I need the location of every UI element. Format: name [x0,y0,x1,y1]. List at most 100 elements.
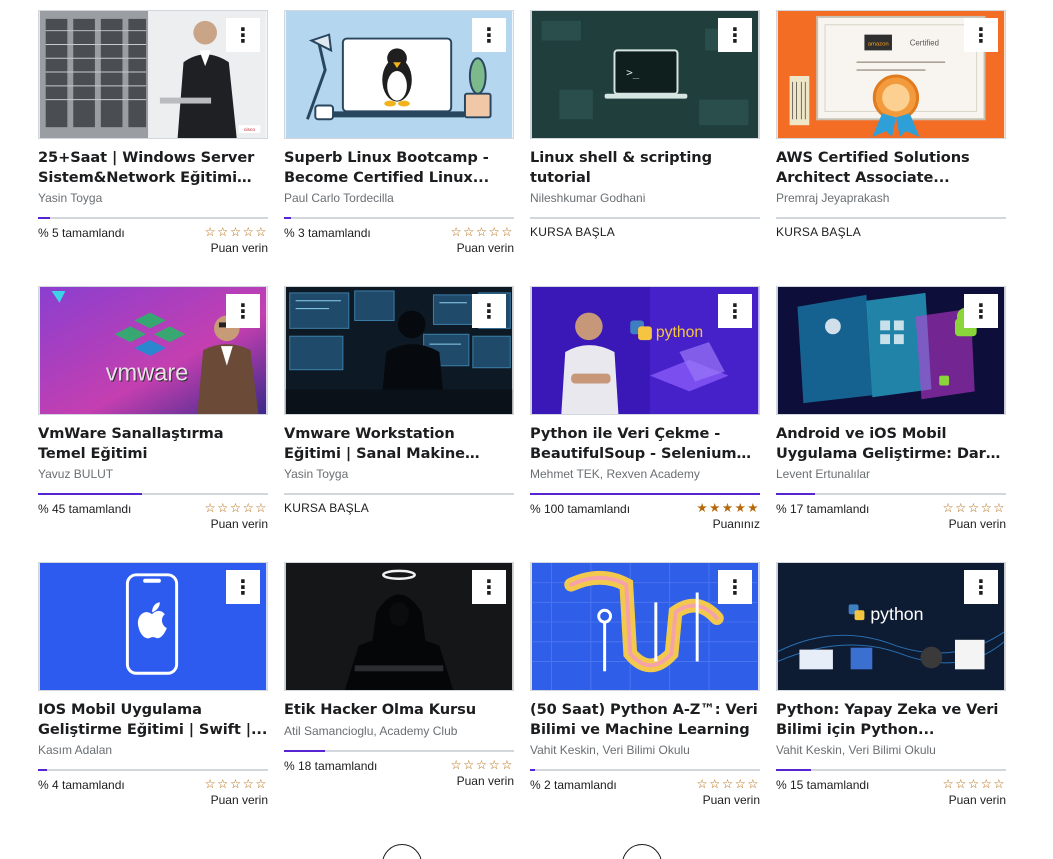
progress-fill [530,493,760,495]
rating-control[interactable]: ☆☆☆☆☆ Puan verin [696,777,760,807]
course-card[interactable]: ⋮ (50 Saat) Python A-Z™: Veri Bilimi ve … [530,562,760,838]
course-menu-button[interactable]: ⋮ [964,18,998,52]
next-page-button[interactable] [622,844,662,859]
course-thumbnail[interactable]: ⋮ [530,562,760,691]
rate-label[interactable]: Puan verin [450,241,514,255]
course-thumbnail[interactable]: ⋮ [284,10,514,139]
course-title[interactable]: AWS Certified Solutions Architect Associ… [776,148,1006,187]
rate-label[interactable]: Puan verin [942,793,1006,807]
course-menu-button[interactable]: ⋮ [964,570,998,604]
rating-control[interactable]: ☆☆☆☆☆ Puan verin [204,501,268,531]
progress-text: % 4 tamamlandı [38,778,125,792]
course-title[interactable]: VmWare Sanallaştırma Temel Eğitimi [38,424,268,463]
star-rating-icon[interactable]: ☆☆☆☆☆ [450,225,514,238]
rating-control[interactable]: ☆☆☆☆☆ Puan verin [942,777,1006,807]
star-rating-icon[interactable]: ☆☆☆☆☆ [450,758,514,771]
course-thumbnail[interactable]: cisco ⋮ [38,10,268,139]
course-instructor: Vahit Keskin, Veri Bilimi Okulu [530,743,690,757]
course-title[interactable]: Linux shell & scripting tutorial [530,148,760,187]
course-menu-button[interactable]: ⋮ [472,18,506,52]
rating-control[interactable]: ☆☆☆☆☆ Puan verin [450,225,514,255]
course-title[interactable]: Android ve iOS Mobil Uygulama Geliştirme… [776,424,1006,463]
star-rating-icon[interactable]: ★★★★★ [696,501,760,514]
course-title[interactable]: IOS Mobil Uygulama Geliştirme Eğitimi | … [38,700,268,739]
progress-fill [284,749,326,752]
progress-bar [38,769,268,771]
course-thumbnail[interactable]: ⋮ [38,562,268,691]
course-card[interactable]: ⋮ Android ve iOS Mobil Uygulama Geliştir… [776,286,1006,562]
progress-fill [530,769,535,771]
more-vertical-icon: ⋮ [233,575,253,599]
course-title[interactable]: (50 Saat) Python A-Z™: Veri Bilimi ve Ma… [530,700,760,739]
star-rating-icon[interactable]: ☆☆☆☆☆ [204,225,268,238]
progress-bar [776,493,1006,495]
star-rating-icon[interactable]: ☆☆☆☆☆ [942,777,1006,790]
course-menu-button[interactable]: ⋮ [226,18,260,52]
course-card[interactable]: ⋮ IOS Mobil Uygulama Geliştirme Eğitimi … [38,562,268,838]
rate-label[interactable]: Puan verin [942,517,1006,531]
course-card[interactable]: ⋮ Etik Hacker Olma Kursu Atil Samanciogl… [284,562,514,838]
course-grid: cisco ⋮ 25+Saat | Windows Server Sistem&… [38,10,1006,838]
rate-label[interactable]: Puan verin [204,793,268,807]
course-card[interactable]: python ⋮ Python: Yapay Zeka ve Veri Bili… [776,562,1006,838]
star-rating-icon[interactable]: ☆☆☆☆☆ [204,777,268,790]
course-title[interactable]: Python: Yapay Zeka ve Veri Bilimi için P… [776,700,1006,739]
course-title[interactable]: Etik Hacker Olma Kursu [284,700,514,720]
progress-bar [530,769,760,771]
course-menu-button[interactable]: ⋮ [718,294,752,328]
course-card[interactable]: vmware vmware ⋮ VmWare Sanallaştırma Tem… [38,286,268,562]
progress-bar [530,493,760,495]
course-menu-button[interactable]: ⋮ [718,570,752,604]
course-menu-button[interactable]: ⋮ [226,570,260,604]
rate-label[interactable]: Puanınız [696,517,760,531]
course-thumbnail[interactable]: ⋮ [776,286,1006,415]
course-menu-button[interactable]: ⋮ [964,294,998,328]
course-card[interactable]: python ⋮ Python ile Veri Çekme - Beautif… [530,286,760,562]
progress-bar [776,217,1006,219]
progress-text: % 5 tamamlandı [38,226,125,240]
rate-label[interactable]: Puan verin [450,774,514,788]
rate-label[interactable]: Puan verin [204,517,268,531]
course-thumbnail[interactable]: ⋮ [284,562,514,691]
course-title[interactable]: Superb Linux Bootcamp - Become Certified… [284,148,514,187]
course-title[interactable]: 25+Saat | Windows Server Sistem&Network … [38,148,268,187]
course-card[interactable]: amazon Certified ⋮ AWS Certified Solutio… [776,10,1006,286]
rate-label[interactable]: Puan verin [696,793,760,807]
course-card[interactable]: cisco ⋮ 25+Saat | Windows Server Sistem&… [38,10,268,286]
course-menu-button[interactable]: ⋮ [472,294,506,328]
progress-text: % 3 tamamlandı [284,226,371,240]
rating-control[interactable]: ☆☆☆☆☆ Puan verin [204,777,268,807]
progress-fill [38,493,142,495]
star-rating-icon[interactable]: ☆☆☆☆☆ [204,501,268,514]
course-card[interactable]: ⋮ Vmware Workstation Eğitimi | Sanal Mak… [284,286,514,562]
course-card[interactable]: ⋮ Superb Linux Bootcamp - Become Certifi… [284,10,514,286]
course-menu-button[interactable]: ⋮ [718,18,752,52]
more-vertical-icon: ⋮ [233,299,253,323]
course-instructor: Vahit Keskin, Veri Bilimi Okulu [776,743,936,757]
star-rating-icon[interactable]: ☆☆☆☆☆ [696,777,760,790]
start-course-link[interactable]: KURSA BAŞLA [530,225,760,239]
course-title[interactable]: Python ile Veri Çekme - BeautifulSoup - … [530,424,760,463]
more-vertical-icon: ⋮ [479,299,499,323]
course-thumbnail[interactable]: ⋮ [284,286,514,415]
previous-page-button[interactable] [382,844,422,859]
rating-control[interactable]: ☆☆☆☆☆ Puan verin [450,758,514,788]
start-course-link[interactable]: KURSA BAŞLA [776,225,1006,239]
rate-label[interactable]: Puan verin [204,241,268,255]
course-instructor: Atil Samancioglu, Academy Club [284,723,458,738]
course-instructor: Yasin Toyga [38,191,103,205]
course-thumbnail[interactable]: >_ ⋮ [530,10,760,139]
star-rating-icon[interactable]: ☆☆☆☆☆ [942,501,1006,514]
start-course-link[interactable]: KURSA BAŞLA [284,501,514,515]
rating-control[interactable]: ☆☆☆☆☆ Puan verin [942,501,1006,531]
course-thumbnail[interactable]: amazon Certified ⋮ [776,10,1006,139]
rating-control[interactable]: ☆☆☆☆☆ Puan verin [204,225,268,255]
course-thumbnail[interactable]: python ⋮ [776,562,1006,691]
course-menu-button[interactable]: ⋮ [472,570,506,604]
course-thumbnail[interactable]: vmware vmware ⋮ [38,286,268,415]
course-title[interactable]: Vmware Workstation Eğitimi | Sanal Makin… [284,424,514,463]
rating-control[interactable]: ★★★★★ Puanınız [696,501,760,531]
course-thumbnail[interactable]: python ⋮ [530,286,760,415]
course-menu-button[interactable]: ⋮ [226,294,260,328]
course-card[interactable]: >_ ⋮ Linux shell & scripting tutorial Ni… [530,10,760,286]
